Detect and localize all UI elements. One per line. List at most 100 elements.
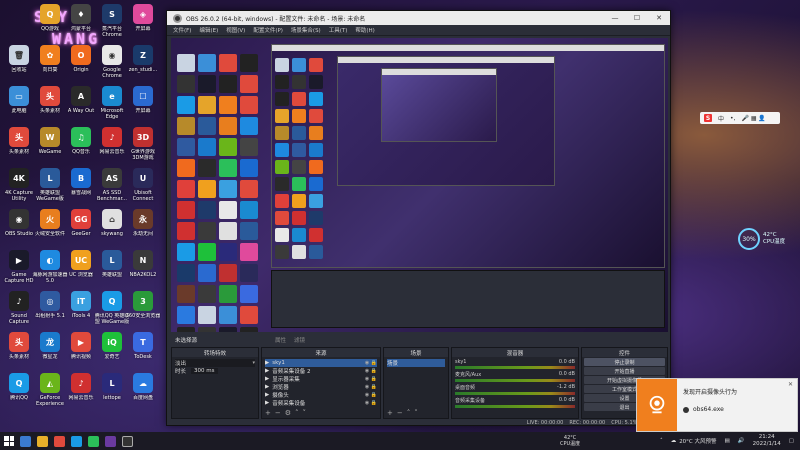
chevron-up-icon[interactable]: ˄ bbox=[295, 409, 299, 417]
chevron-up-icon[interactable]: ˄ bbox=[407, 409, 411, 417]
visibility-eye-icon[interactable]: ◉ 🔒 bbox=[365, 376, 377, 382]
volume-meter-slider[interactable] bbox=[455, 379, 575, 382]
desktop-icon[interactable]: AS AS SSD Benchmar... bbox=[95, 168, 129, 208]
add-source-icon[interactable]: + bbox=[265, 409, 271, 417]
weather-widget[interactable]: ☁ 20°C 大风预警 bbox=[671, 437, 717, 445]
desktop-icon[interactable]: 4K 4K Capture Utility bbox=[2, 168, 36, 208]
desktop-icon[interactable]: ◐ 海豚网游加速器5.0 bbox=[32, 250, 68, 290]
menu-item[interactable]: 视图(V) bbox=[226, 26, 245, 34]
desktop-icon[interactable]: ♫ QQ音乐 bbox=[64, 127, 98, 167]
ime-toolbar[interactable]: S 中 •, 🎤 ▦ 👤 bbox=[700, 112, 780, 124]
menu-item[interactable]: 场景集合(S) bbox=[291, 26, 321, 34]
desktop-icon[interactable]: ♪ Sound Capture bbox=[2, 291, 36, 331]
taskbar-app-icon[interactable] bbox=[105, 435, 116, 447]
desktop-icon[interactable]: ◭ GeForce Experience bbox=[33, 373, 67, 413]
remove-scene-icon[interactable]: − bbox=[397, 409, 403, 417]
desktop-icon[interactable]: ♦ 鸿蒙平台 bbox=[64, 4, 98, 44]
visibility-eye-icon[interactable]: ◉ 🔒 bbox=[365, 400, 377, 406]
desktop-icon[interactable]: 🗑 回收站 bbox=[2, 45, 36, 85]
desktop-icon[interactable]: T ToDesk bbox=[126, 332, 160, 372]
menu-item[interactable]: 文件(F) bbox=[173, 26, 191, 34]
desktop-icon[interactable]: ◎ 出租射手 5.1 bbox=[33, 291, 67, 331]
menu-item[interactable]: 编辑(E) bbox=[199, 26, 218, 34]
gear-icon[interactable]: ⚙ bbox=[285, 409, 291, 417]
system-clock[interactable]: 21:24 2022/1/14 bbox=[753, 434, 781, 448]
desktop-icon[interactable]: Q 腾讯QQ 英雄联盟 WeGame版 bbox=[95, 291, 129, 331]
desktop-icon[interactable]: ▶ Game Capture HD bbox=[2, 250, 36, 290]
desktop-icon[interactable]: ⌂ skywang bbox=[95, 209, 129, 249]
toast-close-icon[interactable]: ✕ bbox=[788, 381, 793, 388]
desktop-icon[interactable]: Q QQ游戏 bbox=[33, 4, 67, 44]
desktop-icon[interactable]: 龙微星龙 bbox=[33, 332, 67, 372]
desktop-icon[interactable]: ♪ 网易云音乐 bbox=[64, 373, 98, 413]
desktop-icon[interactable]: W WeGame bbox=[33, 127, 67, 167]
desktop-icon[interactable]: 头头条素材 bbox=[2, 332, 36, 372]
desktop-icon[interactable]: 火火绒安全软件 bbox=[33, 209, 67, 249]
source-item[interactable]: ▶ 音频采集设备 2 ◉ 🔒 bbox=[265, 367, 377, 375]
control-button[interactable]: 开始直播 bbox=[584, 367, 665, 375]
sogou-icon[interactable]: S bbox=[704, 114, 712, 122]
close-icon[interactable]: ✕ bbox=[648, 14, 670, 22]
taskbar-wechat-icon[interactable] bbox=[88, 435, 99, 447]
properties-button[interactable]: 属性 bbox=[275, 336, 286, 344]
desktop-icon[interactable]: ◉ Google Chrome bbox=[95, 45, 129, 85]
duration-input[interactable]: 300 ms bbox=[191, 368, 218, 374]
desktop-icon[interactable]: B 暴雪战网 bbox=[64, 168, 98, 208]
desktop-icon[interactable]: Llettope bbox=[95, 373, 129, 413]
desktop-icon[interactable]: Zzen_studi... bbox=[126, 45, 160, 85]
desktop-icon[interactable]: N NBA2KOL2 bbox=[126, 250, 160, 290]
transition-type-select[interactable]: 淡出 ▾ bbox=[175, 359, 255, 367]
menu-item[interactable]: 配置文件(P) bbox=[253, 26, 283, 34]
volume-meter-slider[interactable] bbox=[455, 405, 575, 408]
file-explorer-icon[interactable] bbox=[37, 435, 48, 447]
desktop-icon[interactable]: ☁ 百度网盘 bbox=[126, 373, 160, 413]
desktop-icon[interactable]: L 英雄联盟 bbox=[95, 250, 129, 290]
volume-meter-slider[interactable] bbox=[455, 392, 575, 395]
taskbar-app-icon[interactable] bbox=[54, 435, 65, 447]
visibility-eye-icon[interactable]: ◉ 🔒 bbox=[365, 360, 377, 366]
maximize-icon[interactable]: ☐ bbox=[626, 14, 648, 22]
desktop-icon[interactable]: O Origin bbox=[64, 45, 98, 85]
volume-meter-slider[interactable] bbox=[455, 366, 575, 369]
source-item[interactable]: ▶ 摄像头 ◉ 🔒 bbox=[265, 391, 377, 399]
chevron-down-icon[interactable]: ˅ bbox=[414, 409, 418, 417]
desktop-icon[interactable]: S 蒸汽平台 Chrome bbox=[95, 4, 129, 44]
obs-window[interactable]: OBS 26.0.2 (64-bit, windows) - 配置文件: 未命名… bbox=[166, 10, 671, 426]
visibility-eye-icon[interactable]: ◉ 🔒 bbox=[365, 392, 377, 398]
ime-lang-toggle[interactable]: 中 bbox=[718, 114, 724, 123]
desktop-icon[interactable]: ☐ 开屏幕 bbox=[126, 86, 160, 126]
camera-alert-toast[interactable]: 发现开启摄像头行为 obs64.exe ✕ bbox=[636, 378, 798, 432]
desktop-icon[interactable]: ✿ 向日葵 bbox=[33, 45, 67, 85]
taskbar-obs-icon[interactable] bbox=[122, 435, 133, 447]
source-item[interactable]: ▶ 浏览器 ◉ 🔒 bbox=[265, 383, 377, 391]
add-scene-icon[interactable]: + bbox=[387, 409, 393, 417]
windows-start-icon[interactable] bbox=[4, 436, 14, 446]
desktop-icon[interactable]: 3D G世界游戏 3DM游戏 bbox=[126, 127, 160, 167]
desktop-icon[interactable]: UC UC 浏览器 bbox=[64, 250, 98, 290]
desktop-icon[interactable]: GG GeeGer bbox=[64, 209, 98, 249]
taskbar-qq-icon[interactable] bbox=[71, 435, 82, 447]
desktop-icon[interactable]: 3 360安全浏览器 bbox=[126, 291, 160, 331]
desktop-icon[interactable]: 头头条素材 bbox=[33, 86, 67, 126]
obs-titlebar[interactable]: OBS 26.0.2 (64-bit, windows) - 配置文件: 未命名… bbox=[167, 11, 670, 25]
desktop-icon[interactable]: ♪ 网易云音乐 bbox=[95, 127, 129, 167]
desktop-icon[interactable]: ◈ 开屏幕 bbox=[126, 4, 160, 44]
desktop-icon[interactable]: 头头条素材 bbox=[2, 127, 36, 167]
visibility-eye-icon[interactable]: ◉ 🔒 bbox=[365, 368, 377, 374]
desktop-icon[interactable]: e Microsoft Edge bbox=[95, 86, 129, 126]
volume-icon[interactable]: 🔊 bbox=[738, 438, 745, 444]
source-item[interactable]: ▶ sky1 ◉ 🔒 bbox=[265, 359, 377, 367]
menu-item[interactable]: 帮助(H) bbox=[355, 26, 374, 34]
filters-button[interactable]: 滤镜 bbox=[294, 336, 305, 344]
ime-tool-icons[interactable]: 🎤 ▦ 👤 bbox=[741, 115, 765, 122]
desktop-icon[interactable]: iT iTools 4 bbox=[64, 291, 98, 331]
minimize-icon[interactable]: — bbox=[604, 14, 626, 22]
ime-punct-toggle[interactable]: •, bbox=[730, 115, 735, 122]
desktop-icon[interactable]: L 英雄联盟 WeGame版 bbox=[33, 168, 67, 208]
source-item[interactable]: ▶ 音频采集设备 ◉ 🔒 bbox=[265, 399, 377, 407]
desktop-icon[interactable]: 永永劫无间 bbox=[126, 209, 160, 249]
visibility-eye-icon[interactable]: ◉ 🔒 bbox=[365, 384, 377, 390]
desktop-icon[interactable]: ▭ 此电脑 bbox=[2, 86, 36, 126]
desktop-icon[interactable]: AA Way Out bbox=[64, 86, 98, 126]
desktop-icon[interactable]: ◉ OBS Studio bbox=[2, 209, 36, 249]
